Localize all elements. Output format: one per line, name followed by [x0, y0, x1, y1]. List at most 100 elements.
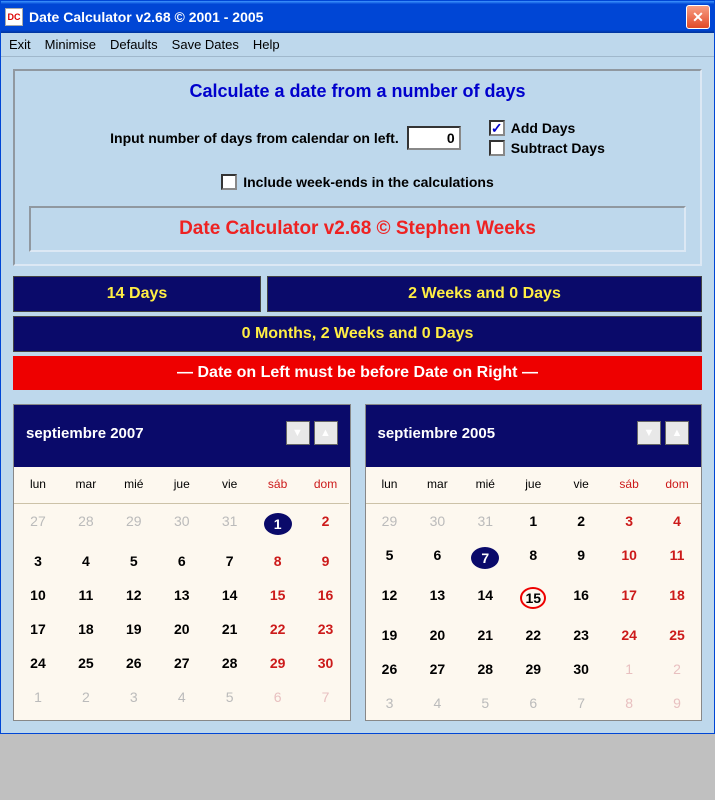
calendar-day[interactable]: 9 — [653, 686, 701, 720]
calendar-day[interactable]: 16 — [557, 578, 605, 618]
calendar-day[interactable]: 21 — [206, 612, 254, 646]
add-days-checkbox[interactable]: ✓ — [489, 120, 505, 136]
calendar-day[interactable]: 23 — [557, 618, 605, 652]
calendar-day[interactable]: 26 — [366, 652, 414, 686]
calendar-day[interactable]: 20 — [413, 618, 461, 652]
calendar-day[interactable]: 19 — [110, 612, 158, 646]
calendar-day[interactable]: 6 — [158, 544, 206, 578]
calendar-day[interactable]: 26 — [110, 646, 158, 680]
calendar-day[interactable]: 14 — [461, 578, 509, 618]
calendar-day[interactable]: 28 — [206, 646, 254, 680]
calendar-day[interactable]: 4 — [653, 504, 701, 538]
calendar-day[interactable]: 3 — [110, 680, 158, 714]
calendar-day[interactable]: 22 — [509, 618, 557, 652]
calendar-day[interactable]: 6 — [254, 680, 302, 714]
calendar-day[interactable]: 1 — [254, 504, 302, 544]
calendar-day[interactable]: 12 — [110, 578, 158, 612]
calendar-day[interactable]: 28 — [461, 652, 509, 686]
calendar-day[interactable]: 1 — [14, 680, 62, 714]
calendar-day[interactable]: 29 — [110, 504, 158, 544]
calendar-day[interactable]: 1 — [509, 504, 557, 538]
calendar-left-up[interactable]: ▲ — [314, 421, 338, 445]
calendar-day[interactable]: 10 — [14, 578, 62, 612]
calendar-day[interactable]: 27 — [158, 646, 206, 680]
calendar-day[interactable]: 29 — [366, 504, 414, 538]
calendar-day[interactable]: 7 — [557, 686, 605, 720]
calendar-day[interactable]: 27 — [14, 504, 62, 544]
menu-exit[interactable]: Exit — [9, 37, 31, 52]
calendar-day[interactable]: 11 — [653, 538, 701, 578]
calendar-day[interactable]: 17 — [605, 578, 653, 618]
calendar-day[interactable]: 3 — [14, 544, 62, 578]
subtract-days-checkbox[interactable] — [489, 140, 505, 156]
calendar-day[interactable]: 30 — [302, 646, 350, 680]
calendar-day[interactable]: 2 — [62, 680, 110, 714]
calendar-day[interactable]: 20 — [158, 612, 206, 646]
calendar-day[interactable]: 29 — [254, 646, 302, 680]
calendar-day[interactable]: 15 — [509, 578, 557, 618]
calendar-day[interactable]: 3 — [366, 686, 414, 720]
calendar-day[interactable]: 19 — [366, 618, 414, 652]
calendar-day[interactable]: 6 — [413, 538, 461, 578]
calendar-day[interactable]: 10 — [605, 538, 653, 578]
calendar-day[interactable]: 3 — [605, 504, 653, 538]
calendar-day[interactable]: 30 — [158, 504, 206, 544]
calendar-right-up[interactable]: ▲ — [665, 421, 689, 445]
calendar-day[interactable]: 18 — [62, 612, 110, 646]
calendar-day[interactable]: 14 — [206, 578, 254, 612]
calendar-day[interactable]: 21 — [461, 618, 509, 652]
calendar-day[interactable]: 16 — [302, 578, 350, 612]
calendar-day[interactable]: 4 — [62, 544, 110, 578]
weekend-checkbox[interactable] — [221, 174, 237, 190]
calendar-day[interactable]: 22 — [254, 612, 302, 646]
calendar-day[interactable]: 4 — [158, 680, 206, 714]
menu-help[interactable]: Help — [253, 37, 280, 52]
calendar-day[interactable]: 30 — [413, 504, 461, 538]
calendar-day[interactable]: 15 — [254, 578, 302, 612]
calendar-day[interactable]: 24 — [14, 646, 62, 680]
calendar-day[interactable]: 5 — [110, 544, 158, 578]
calendar-day[interactable]: 13 — [413, 578, 461, 618]
calendar-left-down[interactable]: ▼ — [286, 421, 310, 445]
calendar-day[interactable]: 8 — [605, 686, 653, 720]
calendar-day[interactable]: 13 — [158, 578, 206, 612]
calendar-day[interactable]: 9 — [302, 544, 350, 578]
calendar-day[interactable]: 18 — [653, 578, 701, 618]
calendar-day[interactable]: 9 — [557, 538, 605, 578]
calendar-day[interactable]: 17 — [14, 612, 62, 646]
calendar-day[interactable]: 30 — [557, 652, 605, 686]
calendar-day[interactable]: 12 — [366, 578, 414, 618]
titlebar[interactable]: DC Date Calculator v2.68 © 2001 - 2005 ✕ — [1, 1, 714, 33]
calendar-day[interactable]: 11 — [62, 578, 110, 612]
calendar-day[interactable]: 5 — [206, 680, 254, 714]
calendar-day[interactable]: 6 — [509, 686, 557, 720]
menu-defaults[interactable]: Defaults — [110, 37, 158, 52]
calendar-right-down[interactable]: ▼ — [637, 421, 661, 445]
calendar-day[interactable]: 2 — [653, 652, 701, 686]
calendar-day[interactable]: 23 — [302, 612, 350, 646]
calendar-day[interactable]: 1 — [605, 652, 653, 686]
calendar-day[interactable]: 5 — [366, 538, 414, 578]
close-button[interactable]: ✕ — [686, 5, 710, 29]
calendar-day[interactable]: 8 — [509, 538, 557, 578]
calendar-day[interactable]: 8 — [254, 544, 302, 578]
calendar-day[interactable]: 28 — [62, 504, 110, 544]
calendar-day[interactable]: 4 — [413, 686, 461, 720]
calendar-day[interactable]: 31 — [206, 504, 254, 544]
warning-bar: — Date on Left must be before Date on Ri… — [13, 356, 702, 390]
menu-minimise[interactable]: Minimise — [45, 37, 96, 52]
calendar-day[interactable]: 31 — [461, 504, 509, 538]
calendar-day[interactable]: 25 — [653, 618, 701, 652]
calendar-day[interactable]: 7 — [302, 680, 350, 714]
calendar-day[interactable]: 2 — [302, 504, 350, 544]
menu-save-dates[interactable]: Save Dates — [172, 37, 239, 52]
calendar-day[interactable]: 24 — [605, 618, 653, 652]
calendar-day[interactable]: 29 — [509, 652, 557, 686]
calendar-day[interactable]: 5 — [461, 686, 509, 720]
calendar-day[interactable]: 25 — [62, 646, 110, 680]
calendar-day[interactable]: 2 — [557, 504, 605, 538]
calendar-day[interactable]: 7 — [206, 544, 254, 578]
calendar-day[interactable]: 7 — [461, 538, 509, 578]
days-input[interactable] — [407, 126, 461, 150]
calendar-day[interactable]: 27 — [413, 652, 461, 686]
